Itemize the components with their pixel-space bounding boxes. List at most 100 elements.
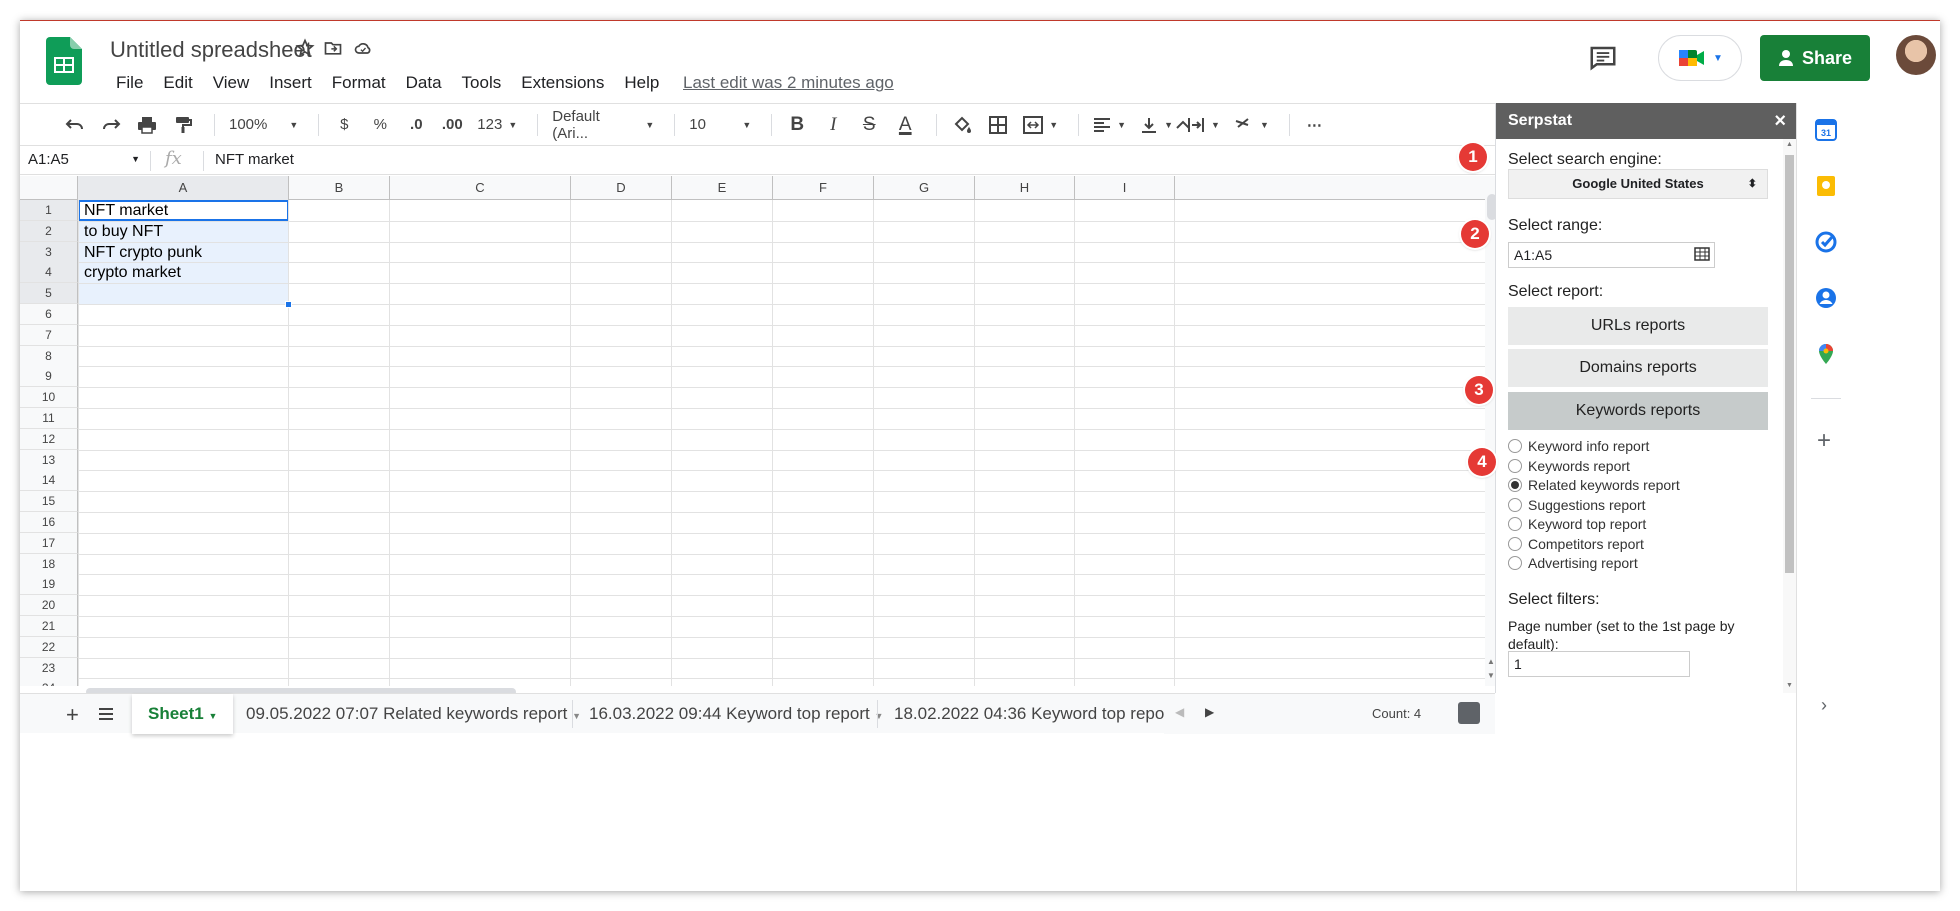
borders-icon[interactable] [983,110,1013,140]
cell-a3[interactable]: NFT crypto punk [80,242,202,263]
menu-data[interactable]: Data [396,71,452,95]
merge-cells-icon[interactable]: ▼ [1019,110,1062,140]
radio-competitors-report[interactable]: Competitors report [1508,535,1644,553]
document-title[interactable]: Untitled spreadsheet [110,37,312,63]
radio-suggestions-report[interactable]: Suggestions report [1508,496,1646,514]
calendar-icon[interactable]: 31 [1815,119,1837,141]
radio-keywords-report[interactable]: Keywords report [1508,457,1630,475]
radio-circle-icon[interactable] [1508,439,1522,453]
row-header-8[interactable]: 8 [20,345,78,367]
column-header-i[interactable]: I [1075,176,1175,200]
row-header-22[interactable]: 22 [20,636,78,658]
row-header-1[interactable]: 1 [20,200,78,221]
sidebar-scrollbar[interactable]: ▲ ▼ [1783,139,1796,693]
scroll-up-arrow-icon[interactable]: ▲ [1786,141,1793,148]
keywords-reports-button[interactable]: Keywords reports [1508,392,1768,430]
row-header-11[interactable]: 11 [20,408,78,429]
row-header-4[interactable]: 4 [20,262,78,284]
row-header-12[interactable]: 12 [20,428,78,450]
urls-reports-button[interactable]: URLs reports [1508,307,1768,345]
comments-icon[interactable] [1588,43,1624,79]
tabs-scroll-right-icon[interactable]: ▶ [1205,705,1214,719]
meet-button[interactable]: ▼ [1658,35,1742,81]
add-addon-icon[interactable]: + [1817,427,1831,455]
domains-reports-button[interactable]: Domains reports [1508,349,1768,387]
sidebar-scroll-thumb[interactable] [1785,155,1794,573]
menu-help[interactable]: Help [614,71,669,95]
selection-count[interactable]: Count: 4 [1372,706,1421,721]
row-header-18[interactable]: 18 [20,553,78,575]
row-header-13[interactable]: 13 [20,449,78,471]
all-sheets-icon[interactable] [98,706,114,726]
cell-a4[interactable]: crypto market [80,262,181,283]
page-number-input[interactable]: 1 [1508,651,1690,677]
sheet-tab-keyword-top-2[interactable]: 18.02.2022 04:36 Keyword top report [878,694,1191,734]
row-header-9[interactable]: 9 [20,366,78,388]
fill-color-icon[interactable] [947,110,977,140]
paint-format-icon[interactable] [168,110,198,140]
menu-extensions[interactable]: Extensions [511,71,614,95]
percent-format-button[interactable]: % [365,110,395,140]
row-header-16[interactable]: 16 [20,512,78,533]
row-header-17[interactable]: 17 [20,532,78,554]
more-formats-button[interactable]: 123 ▼ [473,110,521,140]
sheet-tab-sheet1[interactable]: Sheet1 ▼ [132,694,234,734]
undo-icon[interactable] [60,110,90,140]
column-header-b[interactable]: B [289,176,390,200]
maps-icon[interactable] [1815,343,1837,365]
row-header-24[interactable]: 24 [20,678,78,686]
font-size-select[interactable]: 10 ▼ [685,110,755,140]
bold-button[interactable]: B [782,110,812,140]
radio-circle-icon[interactable] [1508,497,1522,512]
radio-circle-icon[interactable] [1508,536,1522,551]
tabs-scroll-left-icon[interactable]: ◀ [1175,705,1184,719]
cell-a2[interactable]: to buy NFT [80,221,163,242]
text-color-button[interactable]: A [890,110,920,140]
column-header-h[interactable]: H [975,176,1075,200]
column-header-e[interactable]: E [672,176,773,200]
contacts-icon[interactable] [1815,287,1837,309]
menu-edit[interactable]: Edit [153,71,202,95]
share-button[interactable]: Share [1760,35,1870,81]
row-header-20[interactable]: 20 [20,595,78,617]
chevron-right-icon[interactable]: › [1821,695,1827,716]
zoom-select[interactable]: 100% ▼ [225,110,302,140]
row-header-21[interactable]: 21 [20,616,78,637]
grid-select-icon[interactable] [1694,247,1710,261]
scroll-down-arrow-icon[interactable]: ▼ [1487,671,1495,680]
row-header-14[interactable]: 14 [20,470,78,492]
more-options-icon[interactable]: ⋯ [1300,110,1330,140]
radio-keyword-info-report[interactable]: Keyword info report [1508,437,1649,455]
cloud-status-icon[interactable] [350,35,376,61]
move-folder-icon[interactable] [320,35,346,61]
strikethrough-button[interactable]: S [854,110,884,140]
sheet-tab-related-keywords[interactable]: 09.05.2022 07:07 Related keywords report… [230,694,597,734]
menu-format[interactable]: Format [322,71,396,95]
add-sheet-icon[interactable]: + [66,702,79,728]
collapse-menus-icon[interactable] [1168,110,1198,140]
fill-handle[interactable] [285,301,292,308]
column-header-f[interactable]: F [773,176,874,200]
account-avatar[interactable] [1896,35,1936,75]
explore-icon[interactable] [1458,702,1480,724]
scroll-down-arrow-icon[interactable]: ▼ [1786,682,1793,689]
redo-icon[interactable] [96,110,126,140]
last-edit-link[interactable]: Last edit was 2 minutes ago [683,71,894,95]
row-header-7[interactable]: 7 [20,324,78,346]
radio-circle-icon[interactable] [1508,478,1522,492]
menu-tools[interactable]: Tools [452,71,512,95]
menu-insert[interactable]: Insert [259,71,322,95]
select-all-corner[interactable] [20,176,78,200]
decrease-decimal-button[interactable]: .0 [401,110,431,140]
search-engine-select[interactable]: Google United States ⬍ [1508,169,1768,199]
menu-view[interactable]: View [203,71,260,95]
radio-circle-icon[interactable] [1508,458,1522,473]
column-header-d[interactable]: D [571,176,672,200]
row-header-3[interactable]: 3 [20,241,78,263]
column-header-a[interactable]: A [78,176,289,200]
row-header-2[interactable]: 2 [20,220,78,242]
close-icon[interactable]: × [1774,103,1786,139]
radio-related-keywords-report[interactable]: Related keywords report [1508,476,1680,494]
print-icon[interactable] [132,110,162,140]
row-header-19[interactable]: 19 [20,574,78,596]
